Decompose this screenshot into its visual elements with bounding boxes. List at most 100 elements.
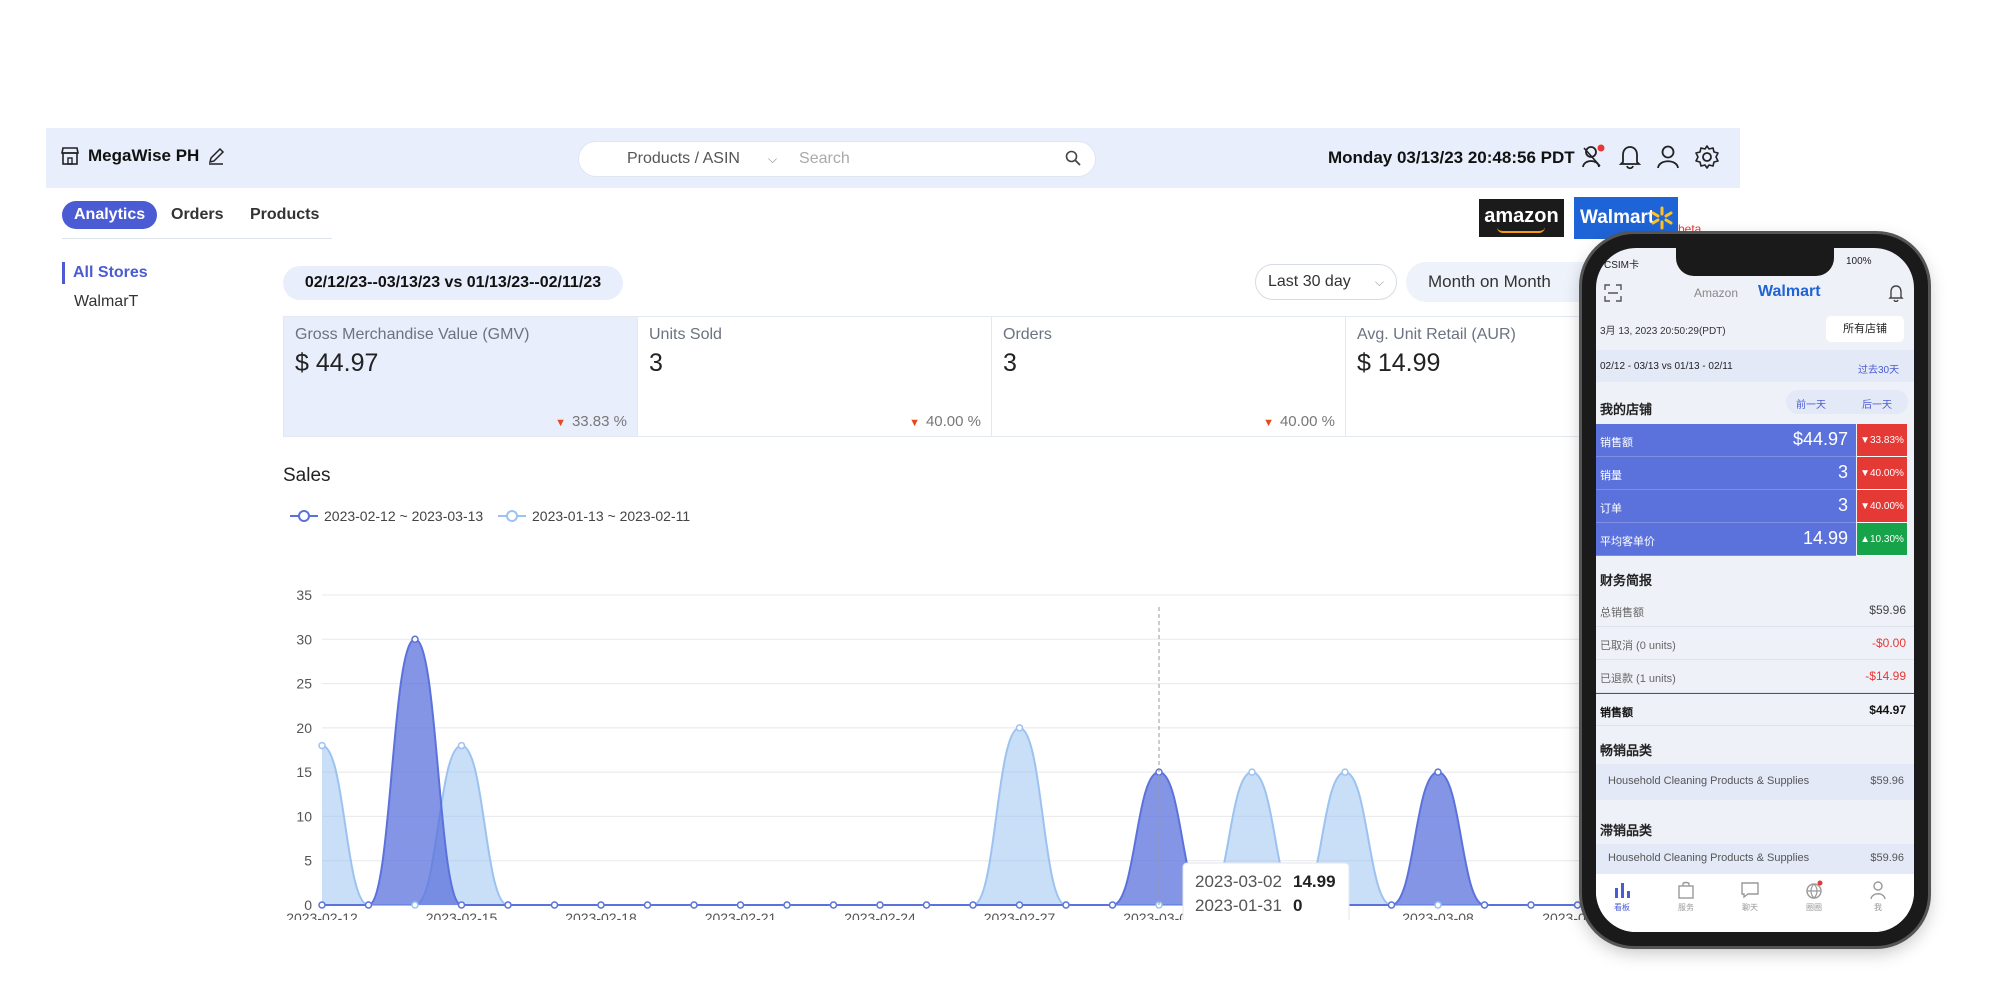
edit-icon[interactable] [207, 147, 225, 165]
all-stores-button[interactable]: 所有店铺 [1826, 316, 1904, 342]
finance-value: -$0.00 [1871, 636, 1906, 650]
gear-icon[interactable] [1694, 144, 1720, 170]
walmart-marketplace-button[interactable]: Walmart [1574, 197, 1678, 239]
mobile-kpi-badge: ▼33.83% [1857, 424, 1907, 457]
chart-tooltip: 2023-03-02 14.99 2023-01-31 0 [1182, 862, 1350, 920]
mobile-screen: CSIM卡 100% Amazon Walmart 3月 13, 2023 20… [1596, 248, 1914, 932]
kpi-label: Units Sold [649, 326, 722, 343]
kpi-card-gmv[interactable]: Gross Merchandise Value (GMV) $ 44.97 ▼ 3… [283, 316, 638, 437]
best-seller-row[interactable]: Household Cleaning Products & Supplies $… [1596, 764, 1914, 800]
scan-icon[interactable] [1604, 284, 1622, 302]
kpi-card-aur[interactable]: Avg. Unit Retail (AUR) $ 14.99 [1345, 316, 1605, 437]
nav-services[interactable]: 服务 [1666, 880, 1706, 913]
nav-chat[interactable]: 聊天 [1730, 880, 1770, 913]
data-point [1341, 768, 1349, 776]
mobile-tab-walmart[interactable]: Walmart [1758, 283, 1821, 301]
search-bar[interactable]: Products / ASIN ⌵ Search [579, 142, 1095, 176]
data-point [783, 901, 791, 909]
x-tick-label: 2023-02-21 [705, 910, 777, 920]
kpi-delta-value: 33.83 % [571, 413, 627, 430]
store-brand[interactable]: MegaWise PH [60, 146, 225, 166]
mobile-kpi-value: $44.97 [1792, 429, 1848, 449]
data-point [1434, 768, 1442, 776]
sales-title: Sales [283, 465, 331, 486]
data-point [1387, 901, 1396, 909]
bell-icon[interactable] [1618, 144, 1642, 170]
tooltip-date: 2023-01-31 [1195, 896, 1282, 915]
legend-item-current[interactable]: 2023-02-12 ~ 2023-03-13 [290, 508, 483, 524]
finance-value: -$14.99 [1865, 669, 1906, 683]
data-point [504, 901, 512, 909]
down-triangle-icon: ▼ [909, 417, 920, 429]
legend-marker-icon [290, 510, 318, 522]
data-point [457, 901, 466, 909]
search-input[interactable]: Search [799, 150, 850, 168]
user-icon [1870, 881, 1886, 900]
nav-circle[interactable]: 圈圈 [1794, 880, 1834, 913]
walmart-logo-text: Walmart [1580, 207, 1655, 228]
bell-icon[interactable] [1888, 284, 1904, 302]
top-header: MegaWise PH Products / ASIN ⌵ Search Mon… [46, 128, 1740, 188]
sales-chart[interactable]: 0 5 10 15 20 25 30 35 2023-02-12 2023-02-15 2023-0… [270, 575, 1605, 920]
compare-mode-select[interactable]: Month on Month [1406, 262, 1606, 302]
mobile-kpi-badge: ▼40.00% [1857, 457, 1907, 490]
finance-row: 已取消 (0 units) -$0.00 [1596, 627, 1914, 660]
globe-icon [1806, 880, 1823, 899]
amazon-logo-text: amazon [1484, 205, 1559, 227]
mobile-kpi-label: 平均客单价 [1600, 536, 1655, 548]
slow-seller-name: Household Cleaning Products & Supplies [1608, 852, 1810, 864]
status-carrier: CSIM卡 [1604, 260, 1639, 271]
search-category-select[interactable]: Products / ASIN [627, 150, 740, 168]
users-alert-icon[interactable] [1580, 144, 1606, 170]
nav-dashboard[interactable]: 看板 [1602, 880, 1642, 913]
tab-analytics[interactable]: Analytics [62, 201, 158, 229]
search-icon[interactable] [1065, 150, 1081, 166]
data-point [550, 901, 559, 909]
kpi-delta: ▼ 33.83 % [555, 413, 627, 430]
kpi-card-orders[interactable]: Orders 3 ▼ 40.00 % [991, 316, 1346, 437]
kpi-value: $ 44.97 [295, 349, 379, 377]
legend-label: 2023-01-13 ~ 2023-02-11 [532, 508, 691, 524]
chevron-down-icon[interactable]: ⌵ [768, 152, 777, 167]
next-day-button[interactable]: 后一天 [1862, 396, 1892, 411]
mobile-kpi-row[interactable]: 平均客单价 14.99 [1596, 523, 1856, 556]
chat-icon [1741, 882, 1759, 899]
prev-day-button[interactable]: 前一天 [1796, 396, 1826, 411]
tab-products[interactable]: Products [250, 201, 319, 229]
mobile-kpi-row[interactable]: 销售额 $44.97 [1596, 424, 1856, 457]
finance-value: $59.96 [1869, 603, 1906, 617]
nav-me[interactable]: 我 [1858, 880, 1898, 913]
nav-label: 看板 [1614, 903, 1630, 912]
data-point [457, 741, 466, 750]
amazon-marketplace-button[interactable]: amazon [1479, 199, 1564, 237]
x-tick-label: 2023-02-24 [844, 910, 916, 920]
chevron-down-icon[interactable]: ⌵ [1375, 265, 1384, 299]
data-point [1573, 901, 1582, 909]
mobile-tab-amazon[interactable]: Amazon [1694, 286, 1738, 300]
kpi-card-units-sold[interactable]: Units Sold 3 ▼ 40.00 % [637, 316, 992, 437]
finance-row: 已退款 (1 units) -$14.99 [1596, 660, 1914, 693]
period-select[interactable]: Last 30 day ⌵ [1255, 264, 1397, 300]
mobile-range: 02/12 - 03/13 vs 01/13 - 02/11 [1600, 361, 1733, 372]
x-tick-label: 2023-02-15 [426, 910, 498, 920]
down-triangle-icon: ▼ [555, 417, 566, 429]
sidebar-item-all-stores[interactable]: All Stores [62, 262, 148, 284]
user-icon[interactable] [1656, 144, 1680, 170]
nav-label: 圈圈 [1806, 903, 1822, 912]
nav-label: 服务 [1678, 903, 1694, 912]
finance-label: 销售额 [1600, 707, 1633, 719]
phone-notch [1676, 248, 1834, 276]
sidebar-item-walmart[interactable]: WalmarT [74, 293, 138, 311]
data-point [364, 901, 373, 909]
legend-item-previous[interactable]: 2023-01-13 ~ 2023-02-11 [498, 508, 690, 524]
data-point [922, 901, 931, 909]
mobile-kpi-value: 3 [1837, 495, 1848, 515]
finance-label: 已取消 (0 units) [1600, 640, 1676, 652]
mobile-kpi-row[interactable]: 销量 3 [1596, 457, 1856, 490]
tab-orders[interactable]: Orders [171, 201, 223, 229]
mobile-range-label[interactable]: 过去30天 [1858, 361, 1899, 376]
my-store-heading: 我的店铺 [1600, 402, 1653, 417]
compare-range-badge: 02/12/23--03/13/23 vs 01/13/23--02/11/23 [283, 266, 623, 300]
mobile-kpi-row[interactable]: 订单 3 [1596, 490, 1856, 523]
finance-heading: 财务简报 [1600, 573, 1653, 588]
